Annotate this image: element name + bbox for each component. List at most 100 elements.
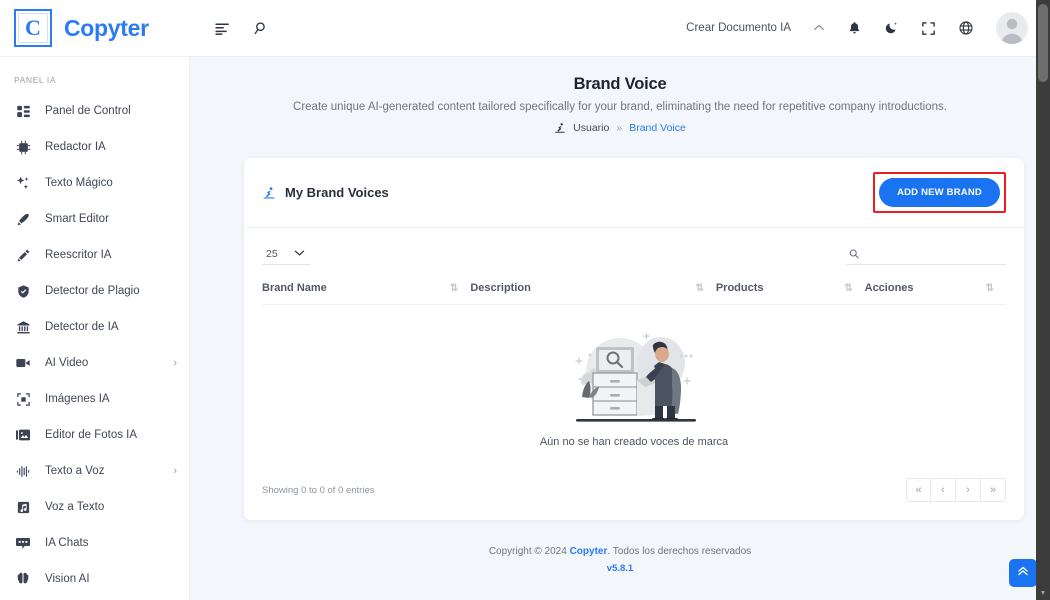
highlight-annotation: ADD NEW BRAND bbox=[873, 172, 1006, 213]
browser-scrollbar[interactable]: ▲ ▼ bbox=[1036, 0, 1050, 600]
page-length-select[interactable]: 25 bbox=[262, 245, 310, 265]
main-content: Brand Voice Create unique AI-generated c… bbox=[190, 57, 1050, 600]
first-page-button[interactable]: « bbox=[906, 478, 931, 502]
scrollbar-thumb[interactable] bbox=[1038, 4, 1048, 82]
breadcrumb-current[interactable]: Brand Voice bbox=[629, 122, 686, 134]
sidebar-item-label: Detector de Plagio bbox=[45, 285, 140, 297]
column-label: Products bbox=[715, 282, 764, 294]
page-subtitle: Create unique AI-generated content tailo… bbox=[293, 101, 947, 113]
page-title: Brand Voice bbox=[573, 75, 667, 93]
sidebar-item-editor-de-fotos-ia[interactable]: Editor de Fotos IA bbox=[0, 417, 189, 453]
create-document-ai-link[interactable]: Crear Documento IA bbox=[686, 22, 791, 34]
chevron-up-icon[interactable] bbox=[813, 22, 825, 34]
table-controls: 25 bbox=[262, 240, 1006, 275]
sidebar-item-panel-de-control[interactable]: Panel de Control bbox=[0, 93, 189, 129]
sidebar-item-label: AI Video bbox=[45, 357, 89, 369]
avatar[interactable] bbox=[996, 12, 1028, 44]
topbar-right-group: Crear Documento IA bbox=[686, 12, 1050, 44]
globe-icon[interactable] bbox=[958, 20, 974, 36]
sidebar-item-label: Vision AI bbox=[45, 573, 90, 585]
sidebar-item-label: Smart Editor bbox=[45, 213, 109, 225]
brand-voice-icon bbox=[262, 186, 276, 200]
sidebar-item-texto-magico[interactable]: Texto Mágico bbox=[0, 165, 189, 201]
column-brand-name[interactable]: Brand Name ⇅ bbox=[262, 275, 471, 305]
scroll-to-top-button[interactable] bbox=[1009, 559, 1037, 587]
fullscreen-icon[interactable] bbox=[921, 21, 936, 36]
sidebar-section-title: PANEL IA bbox=[14, 75, 57, 85]
search-input[interactable] bbox=[867, 248, 1004, 260]
photo-edit-icon bbox=[14, 427, 32, 443]
bank-icon bbox=[14, 320, 32, 335]
sort-icon: ⇅ bbox=[844, 282, 853, 294]
empty-state: Aún no se han creado voces de marca bbox=[262, 323, 1006, 448]
copyright-suffix: . Todos los derechos reservados bbox=[607, 546, 752, 557]
sidebar-item-label: Texto Mágico bbox=[45, 177, 113, 189]
sidebar-item-ai-video[interactable]: AI Video › bbox=[0, 345, 189, 381]
dashboard-icon bbox=[14, 104, 32, 119]
sidebar-item-label: Texto a Voz bbox=[45, 465, 105, 477]
sidebar-item-detector-de-ia[interactable]: Detector de IA bbox=[0, 309, 189, 345]
top-header-bar: C Copyter Crear Documento IA bbox=[0, 0, 1050, 57]
brand-voices-card: My Brand Voices ADD NEW BRAND 25 Brand N… bbox=[244, 158, 1024, 520]
sidebar-item-vision-ai[interactable]: Vision AI bbox=[0, 561, 189, 597]
brand-logo-block[interactable]: C Copyter bbox=[0, 9, 190, 47]
entries-info: Showing 0 to 0 of 0 entries bbox=[262, 484, 375, 496]
chevron-right-icon: › bbox=[173, 357, 177, 369]
sort-icon: ⇅ bbox=[695, 282, 704, 294]
video-icon bbox=[14, 355, 32, 371]
brand-name: Copyter bbox=[64, 14, 149, 41]
card-header: My Brand Voices ADD NEW BRAND bbox=[244, 158, 1024, 228]
image-frame-icon bbox=[14, 392, 32, 407]
bell-icon[interactable] bbox=[847, 20, 862, 36]
search-icon[interactable] bbox=[253, 20, 270, 37]
prev-page-button[interactable]: ‹ bbox=[931, 478, 956, 502]
brand-voices-table: Brand Name ⇅ Description ⇅ Products ⇅ Ac… bbox=[262, 275, 1006, 462]
chevron-down-icon bbox=[294, 249, 305, 260]
body-wrapper: PANEL IA Panel de Control Redactor IA Te… bbox=[0, 57, 1050, 600]
next-page-button[interactable]: › bbox=[956, 478, 981, 502]
sidebar-item-detector-de-plagio[interactable]: Detector de Plagio bbox=[0, 273, 189, 309]
breadcrumb-separator: » bbox=[616, 122, 623, 134]
table-head: Brand Name ⇅ Description ⇅ Products ⇅ Ac… bbox=[262, 275, 1006, 305]
align-left-icon[interactable] bbox=[214, 20, 231, 37]
column-products[interactable]: Products ⇅ bbox=[715, 275, 865, 305]
sidebar-item-label: Redactor IA bbox=[45, 141, 106, 153]
empty-state-message: Aún no se han creado voces de marca bbox=[539, 436, 729, 448]
card-body: 25 Brand Name ⇅ Description ⇅ Products ⇅… bbox=[244, 228, 1024, 520]
brain-icon bbox=[14, 571, 32, 587]
copyright-prefix: Copyright © 2024 bbox=[488, 546, 570, 557]
sort-icon: ⇅ bbox=[985, 282, 994, 294]
table-search[interactable] bbox=[846, 245, 1006, 265]
brand-voice-icon bbox=[554, 122, 566, 134]
add-new-brand-button[interactable]: ADD NEW BRAND bbox=[879, 178, 1000, 207]
footer-brand[interactable]: Copyter bbox=[570, 546, 608, 557]
breadcrumb-root[interactable]: Usuario bbox=[573, 122, 609, 134]
card-title: My Brand Voices bbox=[285, 185, 389, 200]
column-label: Description bbox=[470, 282, 531, 294]
moon-icon[interactable] bbox=[884, 20, 899, 36]
last-page-button[interactable]: » bbox=[981, 478, 1006, 502]
chevron-right-icon: › bbox=[173, 465, 177, 477]
sidebar-item-voz-a-texto[interactable]: Voz a Texto bbox=[0, 489, 189, 525]
sidebar-item-label: IA Chats bbox=[45, 537, 89, 549]
table-footer: Showing 0 to 0 of 0 entries « ‹ › » bbox=[262, 462, 1006, 506]
sidebar-item-ia-chats[interactable]: IA Chats bbox=[0, 525, 189, 561]
column-acciones[interactable]: Acciones ⇅ bbox=[864, 275, 1006, 305]
column-description[interactable]: Description ⇅ bbox=[470, 275, 716, 305]
sidebar-item-reescritor-ia[interactable]: Reescritor IA bbox=[0, 237, 189, 273]
sidebar-item-imagenes-ia[interactable]: Imágenes IA bbox=[0, 381, 189, 417]
sidebar-item-label: Detector de IA bbox=[45, 321, 119, 333]
pagination: « ‹ › » bbox=[906, 478, 1006, 502]
sidebar-item-redactor-ia[interactable]: Redactor IA bbox=[0, 129, 189, 165]
scrollbar-down-arrow[interactable]: ▼ bbox=[1036, 588, 1050, 598]
sidebar-item-texto-a-voz[interactable]: Texto a Voz › bbox=[0, 453, 189, 489]
sidebar: PANEL IA Panel de Control Redactor IA Te… bbox=[0, 57, 190, 600]
page-length-value: 25 bbox=[266, 248, 278, 260]
sidebar-item-smart-editor[interactable]: Smart Editor bbox=[0, 201, 189, 237]
pen-icon bbox=[14, 212, 32, 227]
sidebar-item-label: Voz a Texto bbox=[45, 501, 105, 513]
sidebar-item-label: Imágenes IA bbox=[45, 393, 110, 405]
column-label: Brand Name bbox=[262, 282, 327, 294]
breadcrumb: Usuario » Brand Voice bbox=[210, 122, 1030, 134]
ai-chip-icon bbox=[14, 140, 32, 155]
